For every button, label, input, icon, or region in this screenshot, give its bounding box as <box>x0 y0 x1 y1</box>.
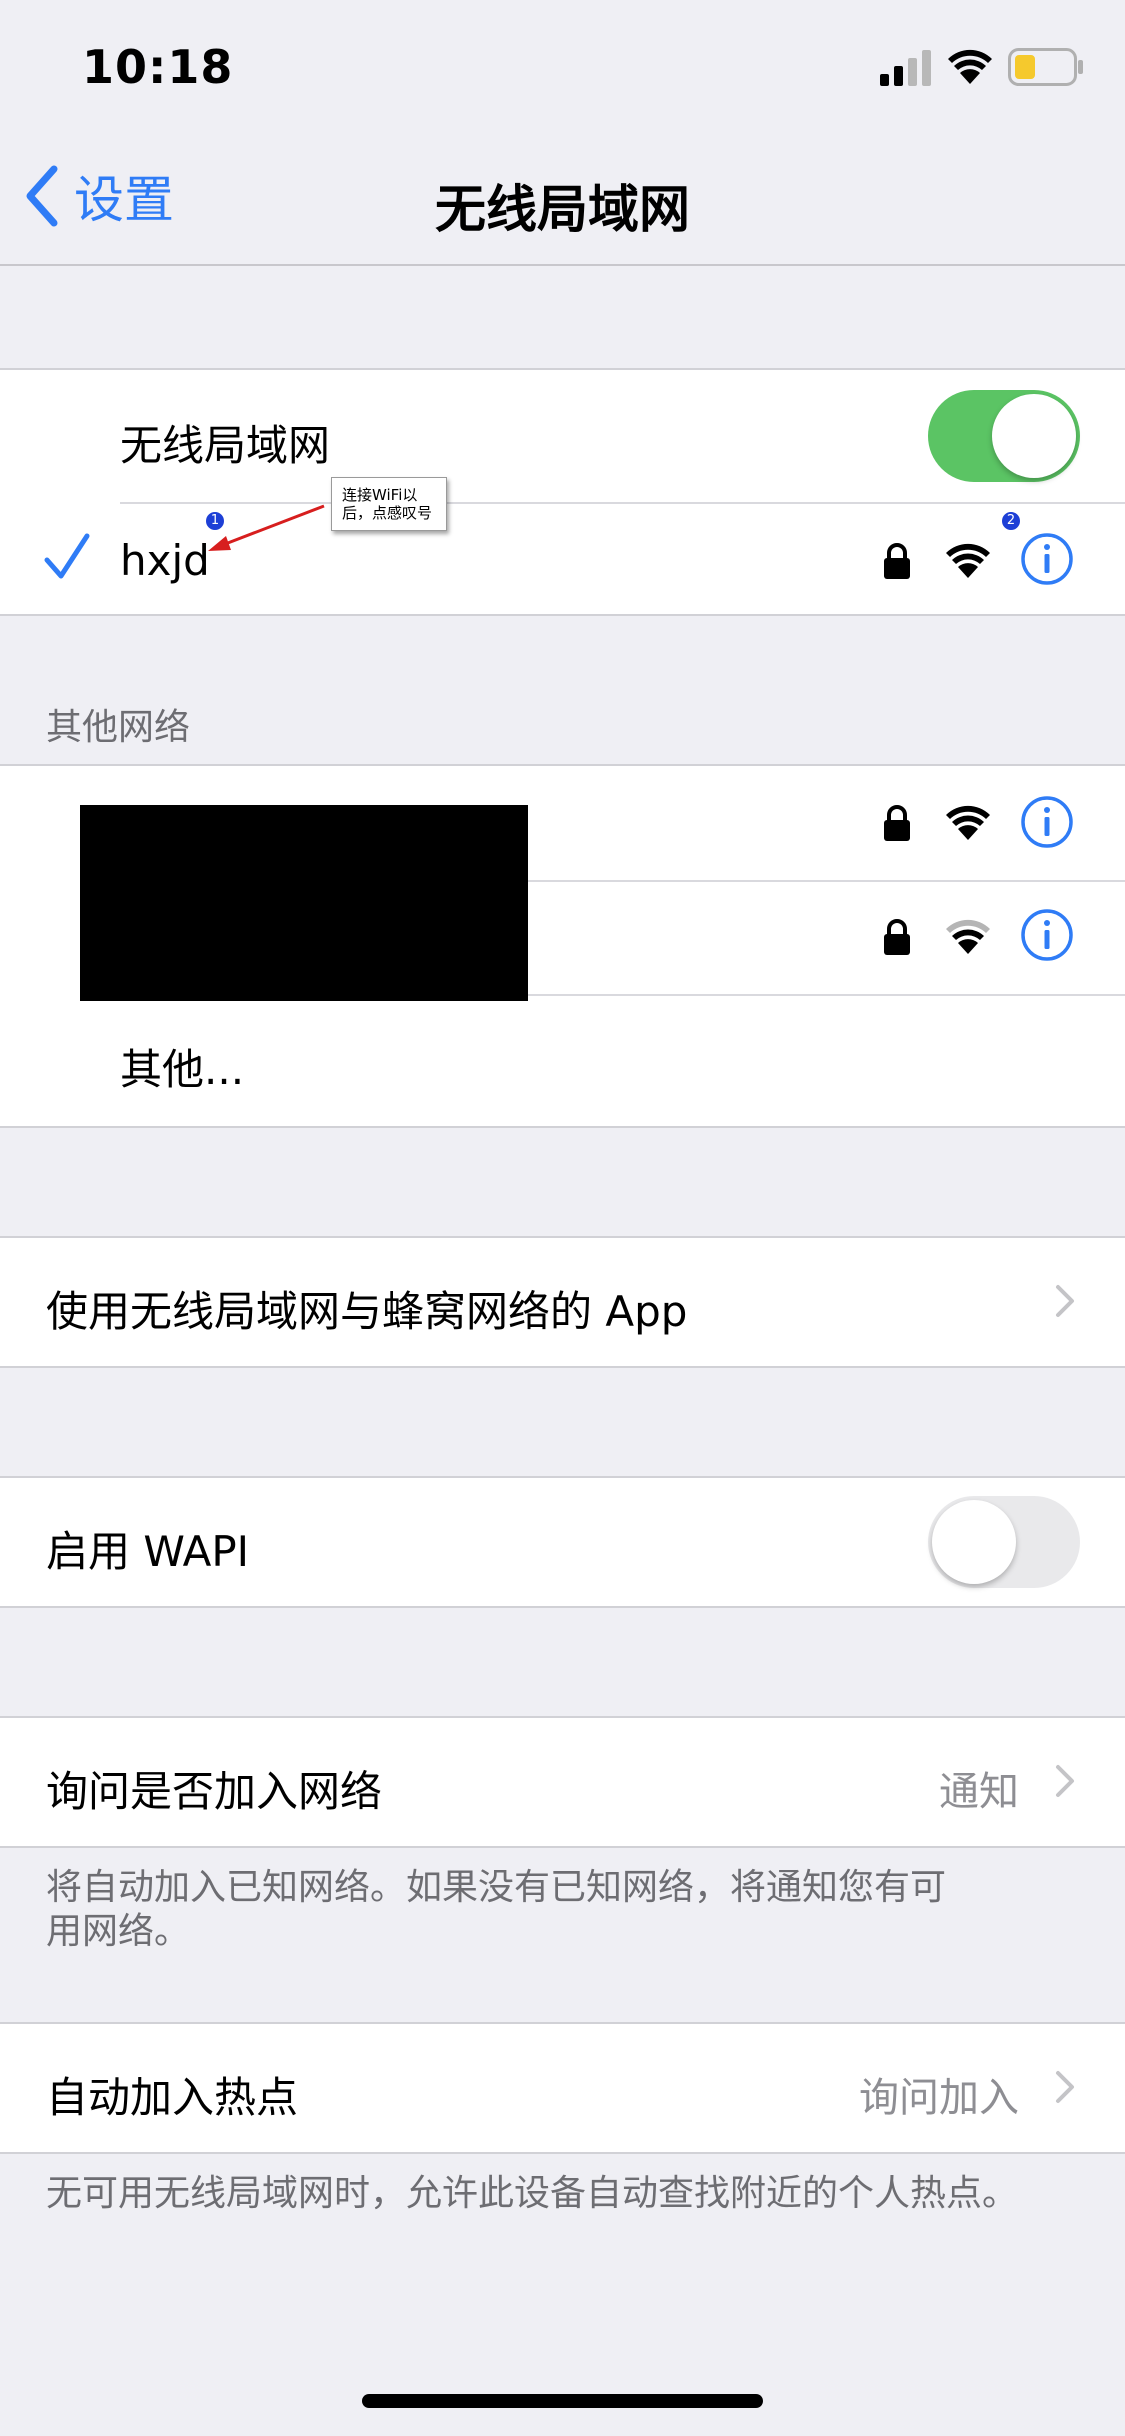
wapi-toggle[interactable] <box>928 1496 1080 1588</box>
wifi-toggle[interactable] <box>928 390 1080 482</box>
chevron-right-icon <box>1056 2071 1074 2103</box>
annotation-callout: 连接WiFi以后，点感叹号 <box>331 477 447 531</box>
chevron-right-icon <box>1056 1765 1074 1797</box>
other-network-label: 其他... <box>120 1045 245 1094</box>
wifi-signal-weak-icon <box>946 919 990 954</box>
chevron-right-icon <box>1056 1285 1074 1317</box>
battery-icon <box>1008 48 1083 86</box>
wapi-label: 启用 WAPI <box>46 1527 250 1576</box>
other-network-row[interactable]: 其他... <box>0 996 1125 1126</box>
navigation-bar: 设置 无线局域网 <box>0 130 1125 266</box>
ask-join-label: 询问是否加入网络 <box>46 1767 383 1816</box>
wapi-group: 启用 WAPI <box>0 1476 1125 1608</box>
lock-icon <box>884 543 910 579</box>
ask-join-value: 通知 <box>939 1769 1019 1815</box>
status-bar: 10:18 <box>0 0 1125 130</box>
ask-join-footer: 将自动加入已知网络。如果没有已知网络，将通知您有可用网络。 <box>46 1867 947 1952</box>
apps-using-wifi-row[interactable]: 使用无线局域网与蜂窝网络的 App <box>0 1238 1125 1366</box>
annotation-badge-1: 1 <box>205 511 225 531</box>
wifi-toggle-label: 无线局域网 <box>120 421 331 470</box>
network-name: hxjd <box>120 536 210 585</box>
apps-group: 使用无线局域网与蜂窝网络的 App <box>0 1236 1125 1368</box>
wifi-signal-icon <box>946 805 990 840</box>
checkmark-icon <box>44 533 90 579</box>
redaction-block <box>80 805 528 1001</box>
wifi-toggle-row: 无线局域网 <box>0 370 1125 502</box>
wifi-signal-icon <box>946 543 990 578</box>
ask-join-group: 询问是否加入网络 通知 <box>0 1716 1125 1848</box>
lock-icon <box>884 805 910 841</box>
apps-row-label: 使用无线局域网与蜂窝网络的 App <box>46 1287 688 1336</box>
other-networks-header: 其他网络 <box>46 707 191 748</box>
cellular-signal-icon <box>880 50 931 86</box>
ask-join-row[interactable]: 询问是否加入网络 通知 <box>0 1718 1125 1846</box>
connected-network-row[interactable]: hxjd <box>0 504 1125 614</box>
home-indicator[interactable] <box>362 2394 763 2408</box>
status-time: 10:18 <box>82 40 234 94</box>
wifi-group: 无线局域网 hxjd <box>0 368 1125 616</box>
auto-hotspot-label: 自动加入热点 <box>46 2073 299 2122</box>
wapi-row: 启用 WAPI <box>0 1478 1125 1606</box>
auto-hotspot-value: 询问加入 <box>859 2075 1019 2121</box>
auto-hotspot-group: 自动加入热点 询问加入 <box>0 2022 1125 2154</box>
info-icon[interactable] <box>1020 532 1074 586</box>
info-icon[interactable] <box>1020 908 1074 962</box>
page-title: 无线局域网 <box>434 181 690 240</box>
annotation-badge-2: 2 <box>1001 511 1021 531</box>
info-icon[interactable] <box>1020 795 1074 849</box>
auto-hotspot-row[interactable]: 自动加入热点 询问加入 <box>0 2024 1125 2152</box>
lock-icon <box>884 919 910 955</box>
wifi-status-icon <box>948 49 992 84</box>
auto-hotspot-footer: 无可用无线局域网时，允许此设备自动查找附近的个人热点。 <box>46 2173 1019 2214</box>
